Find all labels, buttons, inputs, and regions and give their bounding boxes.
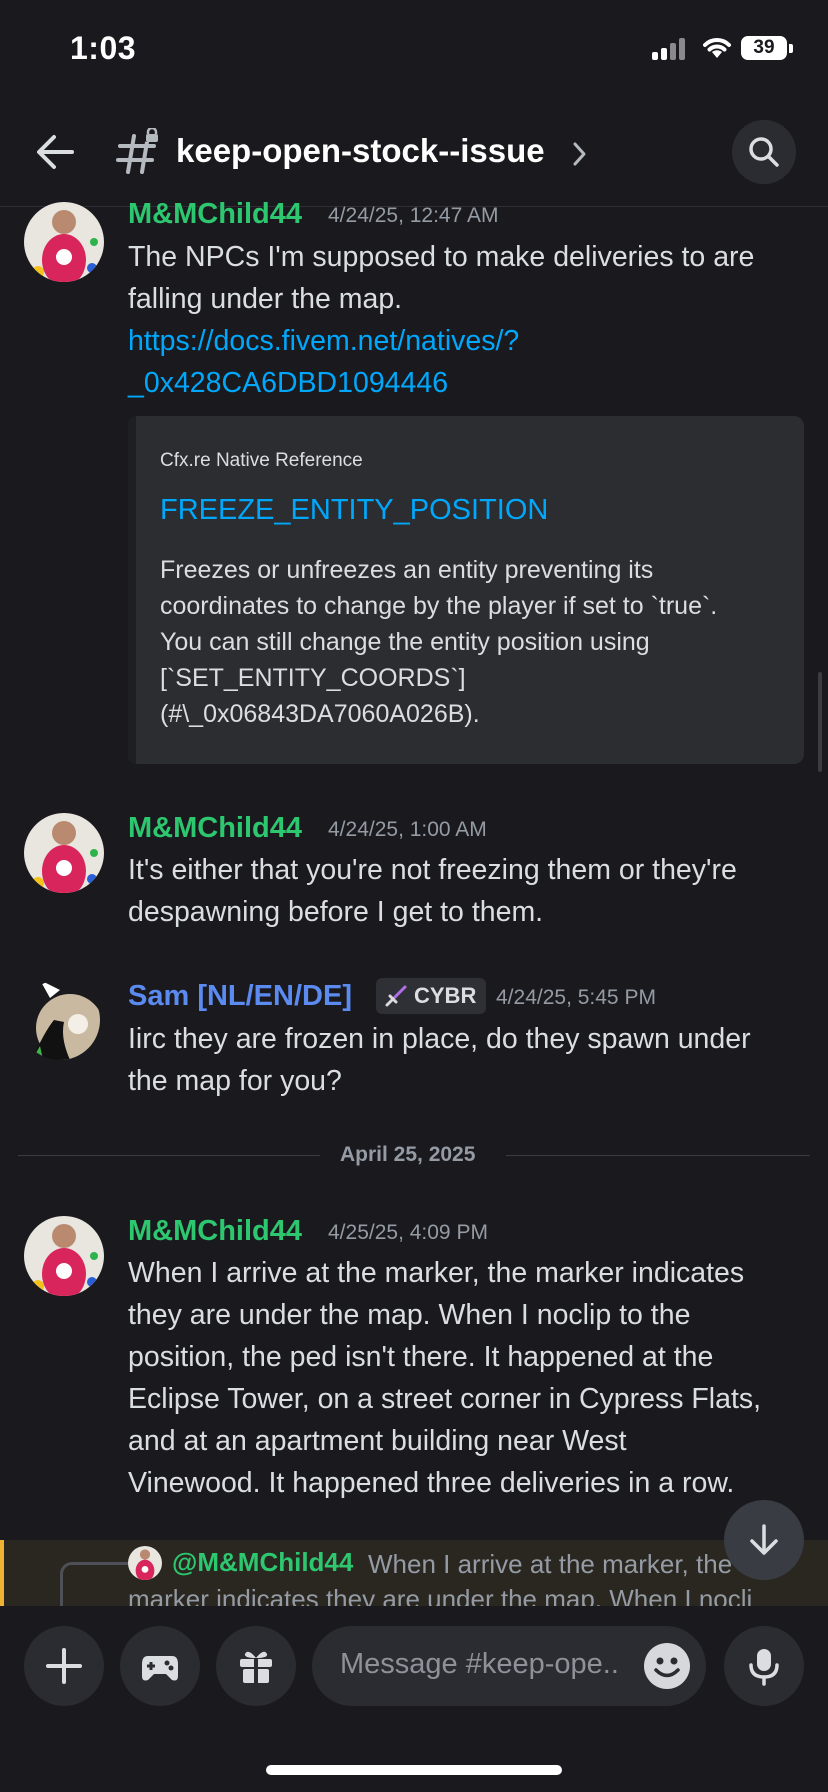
embed-description-line: [`SET_ENTITY_COORDS`] [160,664,466,692]
voice-message-button[interactable] [724,1626,804,1706]
hash-lock-icon [116,128,160,174]
date-divider-line [18,1155,320,1156]
embed-description-line: Freezes or unfreezes an entity preventin… [160,556,654,584]
embed-title[interactable]: FREEZE_ENTITY_POSITION [160,494,548,527]
back-arrow-icon[interactable] [34,131,76,173]
message-link[interactable]: https://docs.fivem.net/natives/? [128,320,519,362]
embed-description-line: coordinates to change by the player if s… [160,592,718,620]
message-timestamp: 4/24/25, 1:00 AM [328,818,487,841]
avatar[interactable] [24,1216,104,1296]
embed-description: Freezes or unfreezes an entity preventin… [160,552,780,732]
embed-description-line: (#\_0x06843DA7060A026B). [160,700,480,728]
message-line: the map for you? [128,1065,342,1097]
message-line: Vinewood. It happened three deliveries i… [128,1467,735,1499]
message-line: despawning before I get to them. [128,896,544,928]
message-author[interactable]: M&MChild44 [128,198,302,231]
embed-accent-bar [128,416,136,764]
gift-button[interactable] [216,1626,296,1706]
activities-button[interactable] [120,1626,200,1706]
message-line: Eclipse Tower, on a street corner in Cyp… [128,1383,762,1415]
scrollbar[interactable] [818,672,822,772]
date-divider-line [506,1155,810,1156]
message-line: falling under the map. [128,283,403,315]
message-input-placeholder: Message #keep-ope.. [340,1648,619,1680]
reply-avatar [128,1546,162,1580]
status-time: 1:03 [70,30,137,66]
avatar[interactable] [20,980,100,1060]
role-badge-label: CYBR [414,983,477,1008]
message-line: position, the ped isn't there. It happen… [128,1341,714,1373]
battery-indicator: 39 [741,36,787,60]
date-divider: April 25, 2025 [340,1143,476,1166]
message-line: Iirc they are frozen in place, do they s… [128,1023,751,1055]
message-line: When I arrive at the marker, the marker … [128,1257,745,1289]
message-line: they are under the map. When I noclip to… [128,1299,691,1331]
reply-spine [60,1562,129,1609]
message-line: and at an apartment building near West [128,1425,627,1457]
cellular-signal-icon [652,38,690,60]
gamepad-icon [142,1656,178,1681]
jump-to-latest-button[interactable] [724,1500,804,1580]
reply-mention[interactable]: @M&MChild44 [172,1547,353,1578]
avatar[interactable] [24,202,104,282]
message-author[interactable]: Sam [NL/EN/DE] [128,980,352,1013]
home-indicator[interactable] [266,1765,562,1775]
avatar[interactable] [24,813,104,893]
microphone-icon [749,1649,779,1686]
message-timestamp: 4/25/25, 4:09 PM [328,1221,488,1244]
role-badge[interactable]: CYBR [376,978,487,1014]
plus-icon [46,1648,82,1684]
wifi-icon [703,38,731,58]
message-line: It's either that you're not freezing the… [128,854,737,886]
emoji-icon[interactable] [644,1643,690,1689]
embed-provider[interactable]: Cfx.re Native Reference [160,450,363,472]
embed-description-line: You can still change the entity position… [160,628,650,656]
sword-icon [385,985,407,1007]
message-link[interactable]: _0x428CA6DBD1094446 [128,362,448,404]
add-attachment-button[interactable] [24,1626,104,1706]
battery-tip [789,44,793,53]
mention-highlight-bar [0,1540,4,1606]
message-line: The NPCs I'm supposed to make deliveries… [128,241,755,273]
arrow-down-icon [750,1524,778,1555]
reply-text: When I arrive at the marker, the [368,1549,733,1579]
message-author[interactable]: M&MChild44 [128,1215,302,1248]
message-timestamp: 4/24/25, 5:45 PM [496,986,656,1009]
search-icon [749,137,779,167]
search-button[interactable] [732,120,796,184]
message-author[interactable]: M&MChild44 [128,812,302,845]
gift-icon [240,1651,272,1683]
message-timestamp: 4/24/25, 12:47 AM [328,204,499,227]
chevron-right-icon[interactable] [570,140,590,168]
channel-name[interactable]: keep-open-stock--issue [176,132,545,170]
